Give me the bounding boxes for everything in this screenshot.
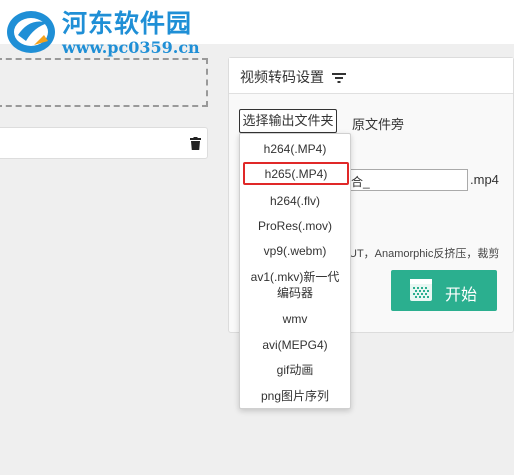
panel-header: 视频转码设置 xyxy=(229,58,513,94)
output-filename-input[interactable]: 合_ xyxy=(346,169,468,191)
choose-output-folder-button[interactable]: 选择输出文件夹 xyxy=(239,109,337,133)
format-option-png-sequence[interactable]: png图片序列 xyxy=(240,389,350,403)
original-folder-option[interactable]: 原文件旁 xyxy=(352,114,404,133)
start-label: 开始 xyxy=(445,287,478,304)
options-note: UT，Anamorphic反挤压，裁剪 xyxy=(349,248,500,260)
format-option-h265-mp4[interactable]: h265(.MP4) xyxy=(243,162,349,185)
format-option-h264-mp4[interactable]: h264(.MP4) xyxy=(240,142,350,156)
format-option-prores-mov[interactable]: ProRes(.mov) xyxy=(240,219,350,233)
watermark-site-name: 河东软件园 xyxy=(62,9,193,38)
format-option-h264-flv[interactable]: h264(.flv) xyxy=(240,194,350,208)
format-dropdown-menu: h264(.MP4) h265(.MP4) h264(.flv) ProRes(… xyxy=(239,133,351,409)
format-option-gif[interactable]: gif动画 xyxy=(240,363,350,377)
panel-title: 视频转码设置 xyxy=(240,69,324,85)
format-option-av1-mkv[interactable]: av1(.mkv)新一代 xyxy=(240,270,350,284)
start-icon xyxy=(410,279,432,301)
format-option-wmv[interactable]: wmv xyxy=(240,312,350,326)
watermark-logo-icon xyxy=(7,11,55,53)
start-button[interactable]: 开始 xyxy=(391,270,497,311)
watermark-site-url: www.pc0359.cn xyxy=(62,38,200,57)
format-option-avi-mepg4[interactable]: avi(MEPG4) xyxy=(240,338,350,352)
file-list-bar[interactable] xyxy=(0,127,208,159)
file-drop-zone[interactable] xyxy=(0,58,208,107)
filter-icon[interactable] xyxy=(332,72,346,84)
format-option-av1-mkv-line2[interactable]: 编码器 xyxy=(240,286,350,300)
output-extension: .mp4 xyxy=(470,172,499,187)
trash-icon[interactable] xyxy=(190,137,201,150)
format-option-vp9-webm[interactable]: vp9(.webm) xyxy=(240,244,350,258)
